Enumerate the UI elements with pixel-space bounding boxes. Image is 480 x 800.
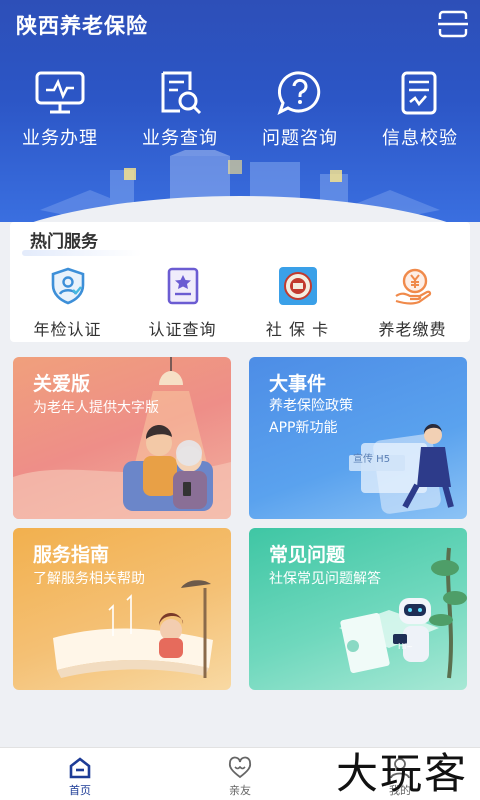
quick-action-label: 问题咨询 (262, 128, 338, 149)
quick-action-verify[interactable]: 信息校验 (360, 70, 480, 150)
card-title: 服务指南 (33, 544, 110, 566)
quick-actions: 业务办理 业务查询 问题咨询 信息校验 (0, 70, 480, 150)
card-subtitle: 为老年人提供大字版 (33, 400, 159, 416)
shield-user-icon (51, 267, 84, 305)
card-subtitle: 养老保险政策 (269, 398, 353, 414)
promo-badge: 宣传 H5 (353, 454, 391, 465)
heart-icon (228, 756, 252, 779)
card-subtitle: 了解服务相关帮助 (33, 571, 145, 587)
care-edition-card[interactable]: 关爱版 为老年人提供大字版 (13, 357, 231, 519)
service-certification-query[interactable]: 认证查询 (125, 266, 240, 340)
quick-action-query[interactable]: 业务查询 (120, 70, 240, 150)
nav-home[interactable]: 首页 (0, 748, 160, 800)
card-subtitle-2: APP新功能 (269, 420, 338, 436)
document-search-icon (161, 71, 202, 115)
service-label: 年检认证 (33, 320, 102, 339)
star-card-icon (167, 267, 198, 305)
card-title: 常见问题 (269, 544, 346, 566)
question-chat-icon (277, 71, 321, 115)
hot-services-panel: 热门服务 年检认证 认证查询 社 保 卡 养老缴费 (10, 222, 470, 342)
nav-family[interactable]: 亲友 (160, 748, 320, 800)
service-social-card[interactable]: 社 保 卡 (240, 266, 355, 340)
quick-action-consult[interactable]: 问题咨询 (240, 70, 360, 150)
nav-label: 亲友 (229, 784, 251, 797)
monitor-icon (35, 71, 85, 114)
service-label: 养老缴费 (378, 320, 447, 339)
quick-action-label: 信息校验 (382, 128, 458, 149)
major-events-card[interactable]: 大事件 养老保险政策 APP新功能 宣传 H5 (249, 357, 467, 519)
quick-action-label: 业务查询 (142, 128, 218, 149)
watermark: 大玩客 (335, 749, 468, 798)
yuan-hand-icon (394, 268, 431, 305)
nav-label: 首页 (69, 784, 91, 797)
quick-action-business[interactable]: 业务办理 (0, 70, 120, 150)
service-guide-card[interactable]: 服务指南 了解服务相关帮助 (13, 528, 231, 690)
service-label: 认证查询 (148, 320, 217, 339)
service-label: 社 保 卡 (265, 320, 330, 339)
app-title: 陕西养老保险 (16, 14, 148, 38)
quick-action-label: 业务办理 (22, 128, 98, 149)
hot-services-title: 热门服务 (30, 232, 98, 252)
city-illustration (40, 150, 440, 220)
robot-screen-text: Hi~ (398, 642, 413, 651)
doc-check-icon (401, 71, 437, 115)
service-pension-payment[interactable]: 养老缴费 (355, 266, 470, 340)
card-subtitle: 社保常见问题解答 (269, 571, 381, 587)
faq-card[interactable]: 常见问题 社保常见问题解答 Hi~ (249, 528, 467, 690)
header-banner: 陕西养老保险 业务办理 业务查询 问题咨询 信息校验 (0, 0, 480, 222)
scan-icon[interactable] (438, 10, 468, 38)
card-title: 大事件 (269, 373, 327, 395)
social-card-icon (278, 267, 317, 305)
service-annual-certification[interactable]: 年检认证 (10, 266, 125, 340)
home-icon (69, 757, 91, 779)
card-title: 关爱版 (33, 373, 91, 395)
